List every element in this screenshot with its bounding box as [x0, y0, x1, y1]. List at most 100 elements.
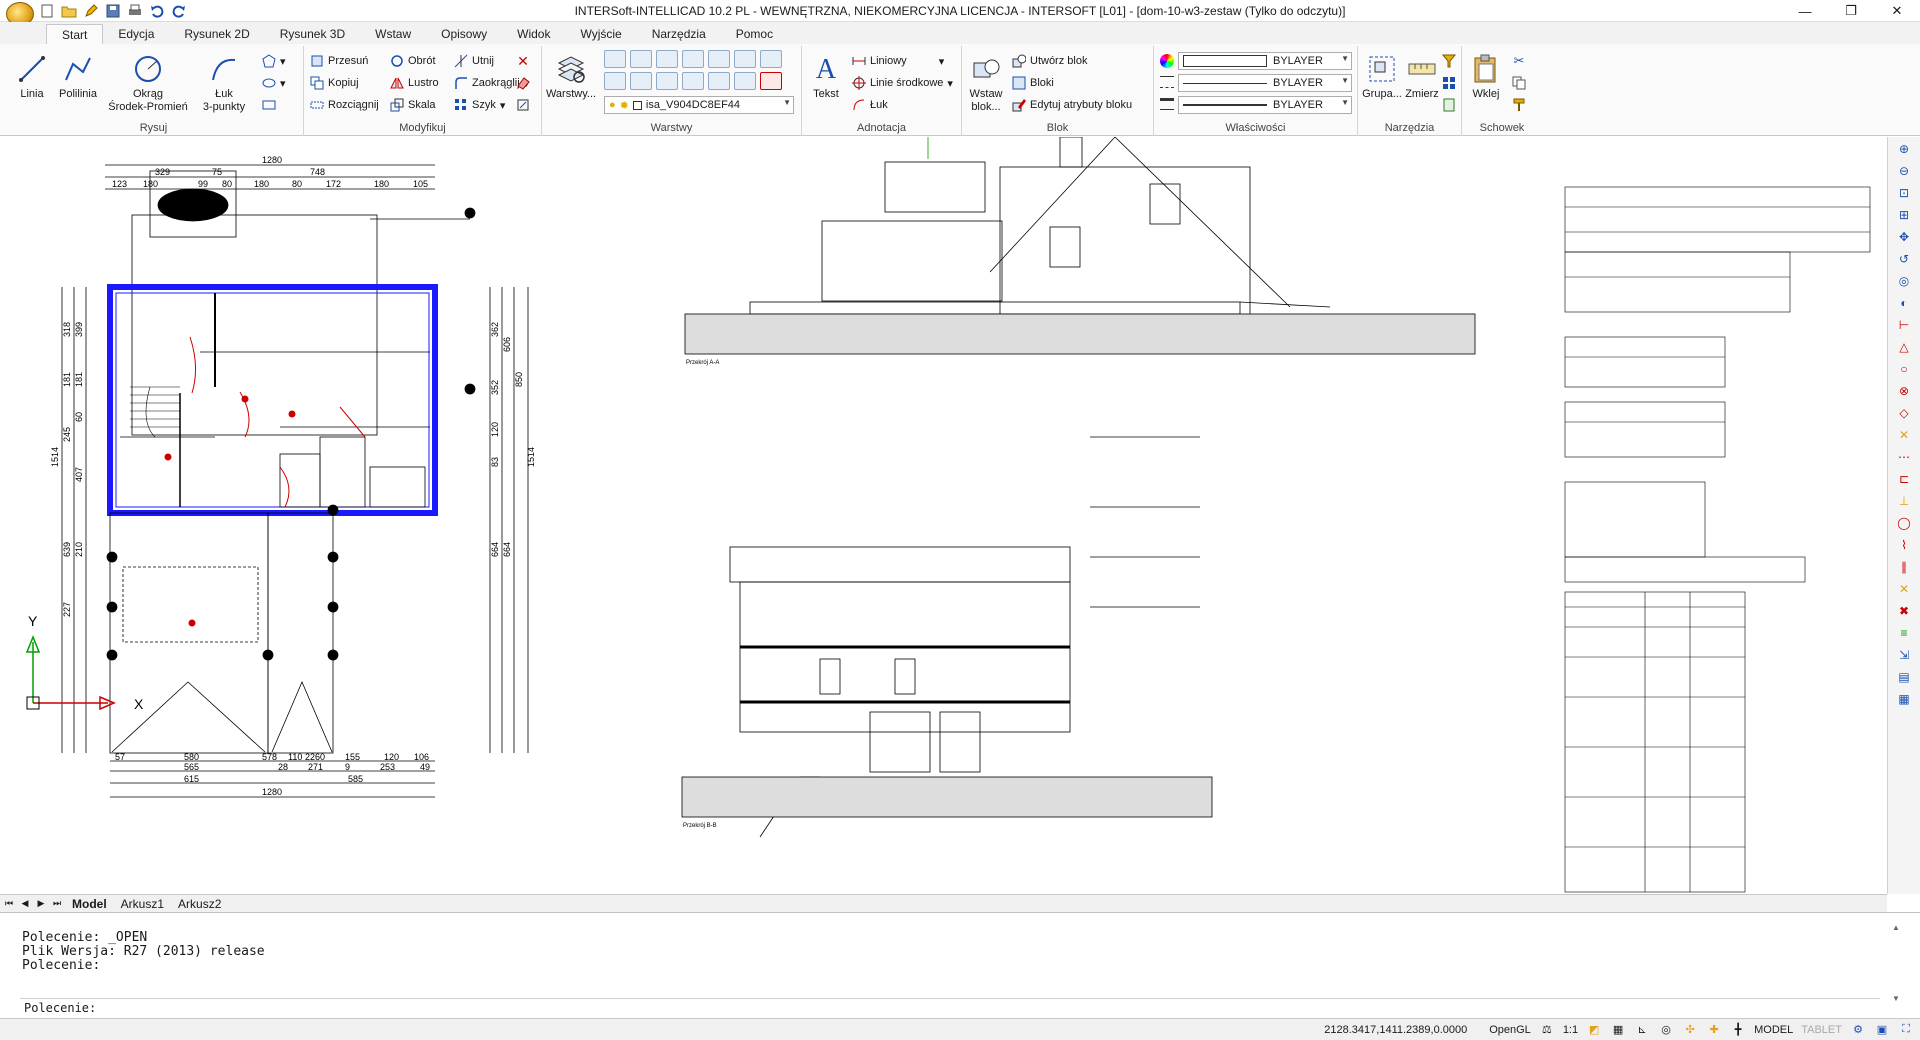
polyline-button[interactable]: Polilinia [54, 52, 102, 101]
snap-insertion-icon[interactable]: ⊏ [1893, 469, 1915, 489]
zoom-realtime-icon[interactable]: ◎ [1893, 271, 1915, 291]
format-painter-button[interactable] [1512, 96, 1526, 114]
paste-button[interactable]: Wklej [1466, 52, 1506, 101]
command-input[interactable]: Polecenie: [20, 998, 1880, 1016]
lineweight-mode-icon[interactable]: ╋ [1730, 1022, 1746, 1038]
renderer-label[interactable]: OpenGL [1489, 1024, 1531, 1036]
ortho-mode-icon[interactable]: ⊾ [1634, 1022, 1650, 1038]
create-block-button[interactable]: Utwórz blok [1012, 52, 1087, 70]
settings-gear-icon[interactable]: ⚙ [1850, 1022, 1866, 1038]
close-button[interactable]: ✕ [1874, 0, 1920, 22]
sheet-tab-model[interactable]: Model [68, 897, 111, 911]
match-properties-button[interactable] [516, 96, 530, 114]
sheet-tab-arkusz1[interactable]: Arkusz1 [117, 897, 168, 911]
zoom-previous-icon[interactable]: ↺ [1893, 249, 1915, 269]
new-file-icon[interactable] [38, 2, 56, 20]
esnap-mode-icon[interactable]: ✣ [1682, 1022, 1698, 1038]
grid-mode-icon[interactable]: ▦ [1610, 1022, 1626, 1038]
copy-button[interactable]: Kopiuj [310, 74, 359, 92]
zoom-in-icon[interactable]: ⊕ [1893, 139, 1915, 159]
zoom-window-icon[interactable]: ⊡ [1893, 183, 1915, 203]
polygon-tool[interactable]: ▾ [262, 52, 286, 70]
drawing-canvas[interactable]: 1280 329 75 748 123 180 99 80 180 80 172… [0, 137, 1887, 894]
erase-button[interactable]: ✕ [516, 52, 530, 70]
stretch-button[interactable]: Rozciągnij [310, 96, 379, 114]
snap-midpoint-icon[interactable]: △ [1893, 337, 1915, 357]
snap-settings-icon[interactable]: ≡ [1893, 623, 1915, 643]
model-mode-label[interactable]: MODEL [1754, 1024, 1793, 1036]
blocks-button[interactable]: Bloki [1012, 74, 1054, 92]
workspace-icon[interactable]: ▣ [1874, 1022, 1890, 1038]
cut-button[interactable]: ✂ [1512, 52, 1526, 70]
print-icon[interactable] [126, 2, 144, 20]
save-icon[interactable] [104, 2, 122, 20]
rotate-button[interactable]: Obrót [390, 52, 436, 70]
snap-parallel-icon[interactable]: ∥ [1893, 557, 1915, 577]
layer-tool-icon[interactable] [708, 50, 730, 68]
snap-center-icon[interactable]: ○ [1893, 359, 1915, 379]
snap-node-icon[interactable]: ⊗ [1893, 381, 1915, 401]
linear-dimension-button[interactable]: Liniowy ▾ [852, 52, 944, 70]
tab-wyjscie[interactable]: Wyjście [565, 24, 636, 44]
arc-button[interactable]: Łuk 3-punkty [194, 52, 254, 114]
tab-rysunek-2d[interactable]: Rysunek 2D [169, 24, 264, 44]
orbit-icon[interactable]: ◐ [1893, 293, 1915, 313]
mirror-button[interactable]: Lustro [390, 74, 439, 92]
centerlines-button[interactable]: Linie środkowe ▾ [852, 74, 953, 92]
move-button[interactable]: Przesuń [310, 52, 368, 70]
snap-perpendicular-icon[interactable]: ⊥ [1893, 491, 1915, 511]
tracking-mode-icon[interactable]: ✚ [1706, 1022, 1722, 1038]
polar-mode-icon[interactable]: ◎ [1658, 1022, 1674, 1038]
filter-tool[interactable] [1442, 52, 1456, 70]
layer-delete-icon[interactable] [760, 72, 782, 90]
copy-clip-button[interactable] [1512, 74, 1526, 92]
snap-apparent-icon[interactable]: ✕ [1893, 579, 1915, 599]
command-scrollbar[interactable]: ▲ ▼ [1890, 923, 1902, 1003]
layer-tool-icon[interactable] [734, 50, 756, 68]
trim-button[interactable]: Utnij [454, 52, 494, 70]
snap-none-icon[interactable]: ✖ [1893, 601, 1915, 621]
layer-dropdown[interactable]: ● ✹ isa_V904DC8EF44 ▼ [604, 96, 794, 114]
grid-tool[interactable] [1442, 74, 1456, 92]
scroll-down-icon[interactable]: ▼ [1892, 994, 1900, 1003]
layers-button[interactable]: Warstwy... [546, 52, 596, 101]
last-sheet-icon[interactable]: ⏭ [52, 898, 62, 909]
pencil-icon[interactable] [82, 2, 100, 20]
tablet-mode-label[interactable]: TABLET [1801, 1024, 1842, 1036]
snap-extension-icon[interactable]: ⋯ [1893, 447, 1915, 467]
layer-tool-icon[interactable] [760, 50, 782, 68]
properties-icon[interactable]: ▦ [1893, 689, 1915, 709]
layer-tool-icon[interactable] [604, 72, 626, 90]
redo-icon[interactable] [170, 2, 188, 20]
lineweight-dropdown[interactable]: BYLAYER ▼ [1178, 96, 1352, 114]
measure-button[interactable]: Zmierz [1404, 52, 1440, 101]
tab-wstaw[interactable]: Wstaw [360, 24, 426, 44]
tab-opisowy[interactable]: Opisowy [426, 24, 502, 44]
tab-rysunek-3d[interactable]: Rysunek 3D [265, 24, 360, 44]
layer-tool-icon[interactable] [682, 50, 704, 68]
tab-widok[interactable]: Widok [502, 24, 565, 44]
scale-button[interactable]: Skala [390, 96, 436, 114]
open-folder-icon[interactable] [60, 2, 78, 20]
restore-button[interactable]: ❐ [1828, 0, 1874, 22]
zoom-extents-icon[interactable]: ⊞ [1893, 205, 1915, 225]
calculator-tool[interactable] [1442, 96, 1456, 114]
undo-icon[interactable] [148, 2, 166, 20]
tab-start[interactable]: Start [46, 24, 104, 44]
fullscreen-icon[interactable]: ⛶ [1898, 1022, 1914, 1038]
linetype-dropdown[interactable]: BYLAYER ▼ [1178, 74, 1352, 92]
tab-pomoc[interactable]: Pomoc [721, 24, 788, 44]
ellipse-tool[interactable]: ▾ [262, 74, 286, 92]
layer-tool-icon[interactable] [708, 72, 730, 90]
layer-tool-icon[interactable] [630, 50, 652, 68]
snap-endpoint-icon[interactable]: ⊢ [1893, 315, 1915, 335]
layer-tool-icon[interactable] [630, 72, 652, 90]
layer-tool-icon[interactable] [656, 50, 678, 68]
color-dropdown[interactable]: BYLAYER ▼ [1178, 52, 1352, 70]
tab-edycja[interactable]: Edycja [103, 24, 169, 44]
snap-nearest-icon[interactable]: ⌇ [1893, 535, 1915, 555]
zoom-out-icon[interactable]: ⊖ [1893, 161, 1915, 181]
layer-tool-icon[interactable] [604, 50, 626, 68]
group-button[interactable]: Grupa... [1360, 52, 1404, 101]
annotation-scale-icon[interactable]: ⚖ [1539, 1022, 1555, 1038]
